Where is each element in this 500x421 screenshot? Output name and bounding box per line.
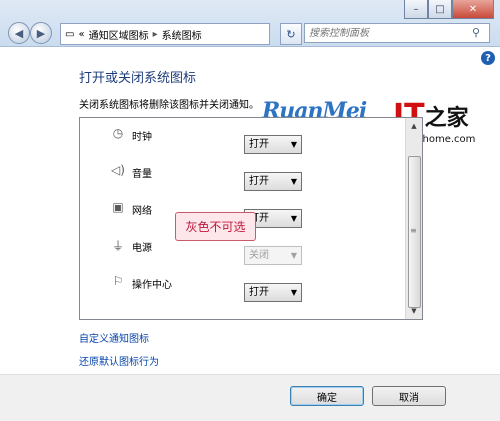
breadcrumb-separator-icon[interactable]: ▸ bbox=[153, 29, 158, 40]
clock-icon: ◷ bbox=[112, 126, 124, 140]
refresh-button[interactable]: ↻ bbox=[280, 23, 302, 45]
behavior-dropdown[interactable]: 打开 ▼ bbox=[244, 172, 302, 191]
restore-default-icons-link[interactable]: 还原默认图标行为 bbox=[79, 353, 159, 368]
ok-button[interactable]: 确定 bbox=[290, 386, 364, 406]
breadcrumb-overflow[interactable]: « bbox=[78, 29, 84, 40]
power-plug-icon: ⏚ bbox=[111, 239, 124, 253]
page-title: 打开或关闭系统图标 bbox=[79, 71, 197, 86]
help-button[interactable]: ? bbox=[481, 51, 495, 65]
address-bar[interactable]: ▭ « 通知区域图标 ▸ 系统图标 bbox=[60, 23, 270, 45]
chevron-down-icon: ▼ bbox=[290, 288, 297, 297]
cancel-button[interactable]: 取消 bbox=[372, 386, 446, 406]
maximize-button[interactable]: □ bbox=[428, 0, 452, 19]
row-label: 时钟 bbox=[132, 132, 152, 143]
minimize-button[interactable]: – bbox=[404, 0, 428, 19]
behavior-dropdown[interactable]: 打开 ▼ bbox=[244, 135, 302, 154]
flag-icon: ⚐ bbox=[112, 274, 124, 288]
scroll-down-icon[interactable]: ▼ bbox=[406, 303, 422, 319]
page-description: 关闭系统图标将删除该图标并关闭通知。 bbox=[79, 100, 259, 111]
dropdown-value: 关闭 bbox=[249, 250, 269, 261]
back-button[interactable]: ◀ bbox=[8, 22, 30, 44]
customize-notification-icons-link[interactable]: 自定义通知图标 bbox=[79, 330, 149, 345]
window-titlebar: – □ ✕ ◀ ▶ ▭ « 通知区域图标 ▸ 系统图标 ↻ ⚲ bbox=[0, 0, 500, 47]
scroll-grip-icon: ≡ bbox=[410, 226, 417, 235]
breadcrumb-item-tray-icons[interactable]: 通知区域图标 bbox=[89, 27, 149, 42]
list-item: ◁) 音量 打开 ▼ bbox=[80, 161, 405, 197]
breadcrumb-item-system-icons[interactable]: 系统图标 bbox=[162, 27, 202, 42]
network-icon: ▣ bbox=[112, 200, 124, 214]
close-button[interactable]: ✕ bbox=[452, 0, 494, 19]
chevron-down-icon: ▼ bbox=[290, 177, 297, 186]
ithome-logo-house: 之家 bbox=[424, 106, 469, 131]
forward-arrow-icon: ▶ bbox=[36, 26, 46, 40]
forward-button[interactable]: ▶ bbox=[30, 22, 52, 44]
back-arrow-icon: ◀ bbox=[14, 26, 24, 40]
search-input[interactable] bbox=[304, 23, 490, 43]
behavior-dropdown[interactable]: 打开 ▼ bbox=[244, 283, 302, 302]
list-scrollbar[interactable]: ▲ ≡ ▼ bbox=[405, 118, 422, 319]
window-controls: – □ ✕ bbox=[404, 0, 494, 19]
annotation-callout: 灰色不可选 bbox=[175, 212, 256, 241]
row-label: 网络 bbox=[132, 206, 152, 217]
list-item: ◷ 时钟 打开 ▼ bbox=[80, 124, 405, 160]
chevron-down-icon: ▼ bbox=[290, 251, 297, 260]
list-item: ⚐ 操作中心 打开 ▼ bbox=[80, 272, 405, 308]
dropdown-value: 打开 bbox=[249, 139, 269, 150]
row-label: 电源 bbox=[132, 243, 152, 254]
chevron-down-icon: ▼ bbox=[290, 214, 297, 223]
chevron-down-icon: ▼ bbox=[290, 140, 297, 149]
row-label: 操作中心 bbox=[132, 280, 172, 291]
dropdown-value: 打开 bbox=[249, 176, 269, 187]
scroll-up-icon[interactable]: ▲ bbox=[406, 118, 422, 134]
behavior-dropdown-disabled: 关闭 ▼ bbox=[244, 246, 302, 265]
refresh-icon: ↻ bbox=[286, 27, 296, 41]
speaker-icon: ◁) bbox=[111, 163, 125, 177]
computer-icon: ▭ bbox=[65, 28, 75, 40]
dropdown-value: 打开 bbox=[249, 287, 269, 298]
row-label: 音量 bbox=[132, 169, 152, 180]
search-icon[interactable]: ⚲ bbox=[472, 26, 480, 39]
